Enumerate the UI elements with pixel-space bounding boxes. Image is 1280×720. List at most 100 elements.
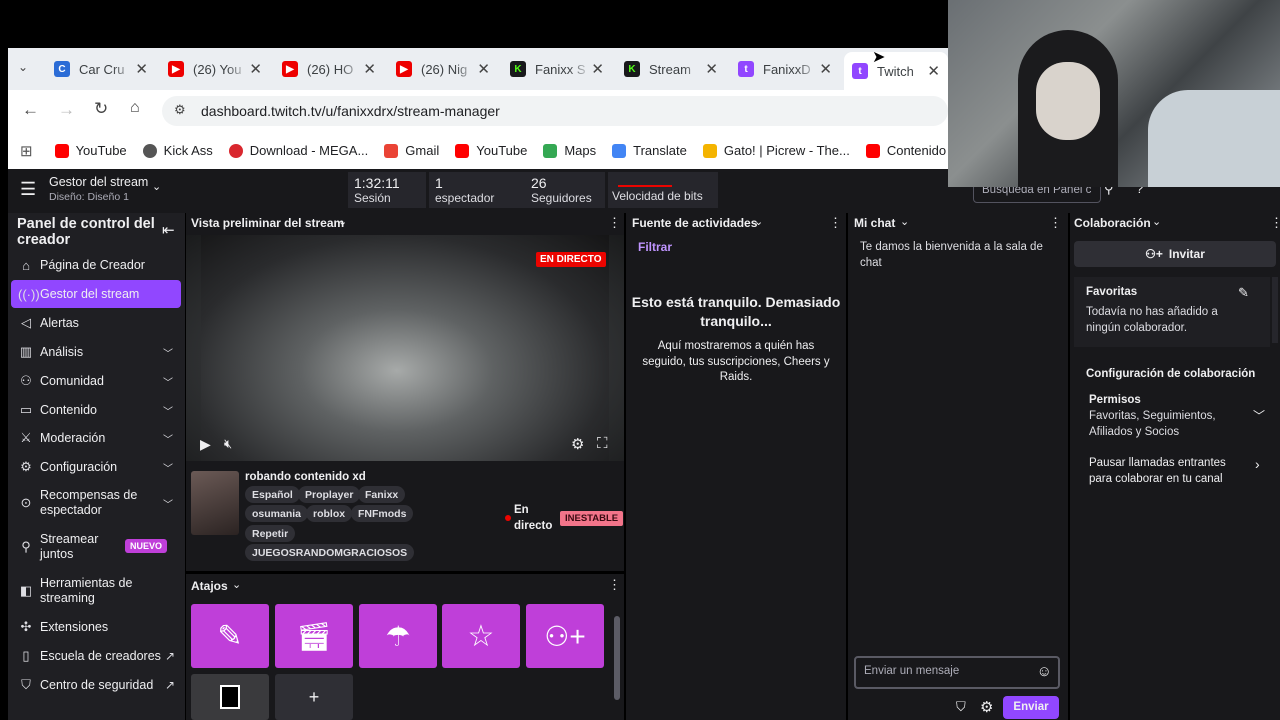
invite-button[interactable]: ⚇+ Invitar — [1074, 241, 1276, 267]
sidebar-item-extensions[interactable]: ✣ Extensiones — [8, 613, 185, 641]
url-field[interactable]: ⚙ dashboard.twitch.tv/u/fanixxdrx/stream… — [162, 96, 948, 126]
scrollbar[interactable] — [1272, 277, 1278, 343]
more-options-icon[interactable]: ⋮ — [608, 577, 621, 593]
sidebar-item-creator-page[interactable]: ⌂ Página de Creador — [8, 251, 185, 279]
bookmark[interactable]: Translate — [612, 143, 687, 158]
tag[interactable]: osumania — [245, 505, 309, 522]
back-icon[interactable]: ← — [22, 100, 39, 120]
pause-calls-row[interactable]: Pausar llamadas entrantes para colaborar… — [1074, 453, 1270, 493]
sidebar-item-creator-school[interactable]: ▯ Escuela de creadores ↗ — [8, 642, 185, 670]
fullscreen-icon[interactable]: ⛶ — [597, 435, 608, 452]
forward-icon[interactable]: → — [58, 100, 75, 120]
permissions-row[interactable]: Permisos Favoritas, Seguimientos, Afilia… — [1074, 389, 1270, 439]
panel-header: Atajos — [191, 579, 228, 593]
pencil-icon[interactable]: ✎ — [1238, 285, 1249, 301]
custom-shortcut-button[interactable] — [191, 674, 269, 720]
sidebar-item-stream-manager[interactable]: ((·)) Gestor del stream — [11, 280, 181, 308]
chevron-down-icon[interactable]: ⌄ — [754, 215, 763, 228]
chevron-down-icon[interactable]: ⌄ — [1152, 215, 1161, 228]
tag[interactable]: Fanixx — [358, 486, 406, 503]
sidebar-item-stream-together[interactable]: ⚲ Streamear juntos NUEVO — [8, 528, 185, 566]
layout-subtitle: Diseño: Diseño 1 — [49, 191, 129, 203]
close-tab-icon[interactable]: ✕ — [927, 62, 940, 80]
tab-search-button[interactable]: ⌄ — [18, 60, 28, 74]
browser-tab[interactable]: ▶ (26) HO ✕ — [282, 53, 382, 85]
sidebar-item-analytics[interactable]: ▥ Análisis ﹀ — [8, 338, 185, 366]
sidebar-item-rewards[interactable]: ⊙ Recompensas de espectador ﹀ — [8, 484, 185, 522]
scrollbar[interactable] — [614, 616, 620, 700]
browser-tab[interactable]: K Fanixx S ✕ — [510, 53, 610, 85]
bookmark[interactable]: Gato! | Picrew - The... — [702, 143, 850, 158]
filter-button[interactable]: Filtrar — [638, 240, 672, 254]
bookmark[interactable]: YouTube — [455, 143, 527, 158]
browser-tab[interactable]: ▶ (26) Nig ✕ — [396, 53, 496, 85]
tag[interactable]: Proplayer — [298, 486, 361, 503]
tag[interactable]: roblox — [306, 505, 353, 522]
reload-icon[interactable]: ↻ — [94, 99, 108, 119]
tag[interactable]: FNFmods — [351, 505, 414, 522]
browser-tab[interactable]: K Stream ✕ — [624, 53, 724, 85]
site-info-icon[interactable]: ⚙ — [174, 102, 186, 118]
more-options-icon[interactable]: ⋮ — [829, 215, 842, 231]
add-person-button[interactable]: ⚇+ — [526, 604, 604, 668]
close-tab-icon[interactable]: ✕ — [135, 60, 148, 78]
video-player[interactable]: EN DIRECTO ▶ 🔇︎ ⚙ ⛶ — [186, 235, 624, 461]
bookmark[interactable]: Gmail — [384, 143, 439, 158]
sidebar-item-settings[interactable]: ⚙ Configuración ﹀ — [8, 453, 185, 481]
mod-shield-icon[interactable]: ⛉ — [956, 699, 966, 715]
chat-settings-icon[interactable]: ⚙ — [980, 698, 993, 716]
bookmark[interactable]: Maps — [543, 143, 596, 158]
close-tab-icon[interactable]: ✕ — [591, 60, 604, 78]
chevron-down-icon[interactable]: ⌄ — [338, 215, 347, 228]
more-options-icon[interactable]: ⋮ — [1270, 215, 1280, 231]
add-shortcut-button[interactable]: + — [275, 674, 353, 720]
sidebar-item-moderation[interactable]: ⚔ Moderación ﹀ — [8, 424, 185, 452]
sidebar-item-safety-center[interactable]: ⛉ Centro de seguridad ↗ — [8, 671, 185, 699]
close-tab-icon[interactable]: ✕ — [249, 60, 262, 78]
send-button[interactable]: Enviar — [1003, 696, 1059, 719]
clip-button[interactable]: 🎬︎ — [275, 604, 353, 668]
chevron-down-icon: ﹀ — [163, 463, 173, 475]
emote-picker-icon[interactable]: ☺ — [1037, 663, 1052, 680]
menu-icon[interactable]: ☰ — [20, 179, 36, 200]
tag[interactable]: JUEGOSRANDOMGRACIOSOS — [245, 544, 415, 561]
bookmark[interactable]: Download - MEGA... — [228, 143, 368, 158]
chevron-down-icon[interactable]: ⌄ — [232, 578, 241, 591]
browser-tab[interactable]: ▶ (26) You ✕ — [168, 53, 268, 85]
close-tab-icon[interactable]: ✕ — [363, 60, 376, 78]
gear-icon[interactable]: ⚙ — [571, 435, 584, 453]
chat-input[interactable]: Enviar un mensaje ☺ — [854, 656, 1060, 689]
close-tab-icon[interactable]: ✕ — [705, 60, 718, 78]
layout-chevron-icon[interactable]: ⌄ — [152, 180, 161, 193]
close-tab-icon[interactable]: ✕ — [477, 60, 490, 78]
sidebar-item-streaming-tools[interactable]: ◧ Herramientas de streaming — [8, 572, 185, 610]
home-icon[interactable]: ⌂ — [130, 99, 140, 117]
more-options-icon[interactable]: ⋮ — [1049, 215, 1062, 231]
ad-button[interactable]: ☆ — [442, 604, 520, 668]
kick-icon: K — [510, 61, 526, 77]
play-icon[interactable]: ▶ — [200, 436, 211, 453]
apps-icon[interactable]: ⊞ — [20, 142, 33, 160]
browser-tab[interactable]: C Car Cru ✕ — [54, 53, 154, 85]
chevron-down-icon: ﹀ — [163, 348, 173, 360]
tag[interactable]: Repetir — [245, 525, 296, 542]
more-options-icon[interactable]: ⋮ — [608, 215, 621, 231]
bookmark[interactable]: YouTube — [54, 143, 127, 158]
bookmark[interactable]: Kick Ass — [142, 143, 213, 158]
car-crushers-icon: C — [54, 61, 70, 77]
edit-stream-info-button[interactable]: ✎ — [191, 604, 269, 668]
browser-tab[interactable]: t FanixxD ✕ — [738, 53, 838, 85]
sidebar-item-community[interactable]: ⚇ Comunidad ﹀ — [8, 367, 185, 395]
sidebar-item-alerts[interactable]: ◁ Alertas — [8, 309, 185, 337]
collaboration-panel: Colaboración ⌄ ⋮ ⚇+ Invitar Favoritas ✎ T… — [1070, 213, 1280, 720]
mute-icon[interactable]: 🔇︎ — [224, 436, 232, 452]
session-stat: 1:32:11 Sesión — [348, 172, 426, 208]
raid-button[interactable]: ☂ — [359, 604, 437, 668]
browser-tab-active[interactable]: t Twitch ✕ — [844, 52, 948, 90]
close-tab-icon[interactable]: ✕ — [819, 60, 832, 78]
mouse-cursor: ➤ — [872, 49, 886, 66]
collapse-sidebar-icon[interactable]: ⇤ — [162, 221, 175, 239]
chevron-down-icon[interactable]: ⌄ — [900, 215, 909, 228]
sidebar-item-content[interactable]: ▭ Contenido ﹀ — [8, 396, 185, 424]
tag[interactable]: Español — [245, 486, 300, 503]
